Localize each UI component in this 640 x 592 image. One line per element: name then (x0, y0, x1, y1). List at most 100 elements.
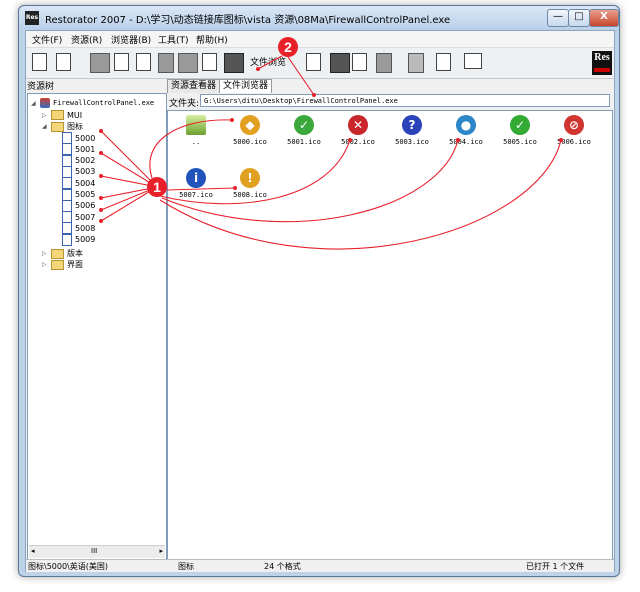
export-icon[interactable] (114, 53, 129, 71)
app-window: Res Restorator 2007 - D:\学习\动态链接库图标\vist… (18, 5, 620, 577)
up-folder-icon[interactable] (306, 53, 321, 71)
scroll-grip[interactable]: III (91, 547, 97, 555)
file-icon (62, 165, 72, 178)
refresh-icon[interactable] (330, 53, 350, 73)
app-icon: Res (25, 11, 39, 25)
forward-arrow-icon[interactable] (408, 53, 424, 73)
collapse-icon[interactable]: ◢ (42, 123, 48, 130)
tree-icon-item[interactable]: 5008 (62, 222, 95, 235)
maximize-button[interactable]: □ (568, 9, 590, 27)
tree-icon-item[interactable]: 5006 (62, 199, 96, 212)
menu-help[interactable]: 帮助(H) (196, 33, 228, 46)
menu-browser[interactable]: 浏览器(B) (111, 33, 151, 46)
file-browser-pane[interactable]: .. ◆ 5000.ico ✓ 5001.ico ✕ 5002.ico? 5003.ico ● 5… (167, 110, 613, 561)
tree-icon-item[interactable]: 5003 (62, 165, 96, 178)
path-field[interactable]: G:\Users\ditu\Desktop\FirewallControlPan… (200, 94, 610, 107)
file-icon (62, 222, 72, 235)
open-file-icon[interactable] (56, 53, 71, 71)
file-item[interactable]: ✓ 5001.ico (278, 115, 330, 146)
tab-resource-viewer[interactable]: 资源查看器 (167, 79, 221, 94)
paste-icon[interactable] (202, 53, 217, 71)
toolbar: 文件浏览 Res (26, 48, 614, 79)
file-item[interactable]: ✕ 5002.ico (332, 115, 384, 146)
expand-icon[interactable]: ▷ (42, 250, 48, 257)
close-button[interactable]: X (589, 9, 619, 27)
menu-file[interactable]: 文件(F) (32, 33, 62, 46)
folder-icon (51, 121, 64, 132)
menu-bar: 文件(F) 资源(R) 浏览器(B) 工具(T) 帮助(H) (26, 31, 614, 48)
copy-icon[interactable] (178, 53, 198, 73)
menu-tools[interactable]: 工具(T) (158, 33, 189, 46)
tree-folder-ui[interactable]: ▷ 界面 (42, 259, 83, 270)
file-item[interactable]: ! 5008.ico (224, 168, 276, 199)
file-icon (62, 233, 72, 246)
file-icon (62, 211, 72, 224)
file-item[interactable]: ✓ 5005.ico (494, 115, 546, 146)
back-arrow-icon[interactable] (376, 53, 392, 73)
status-format-count: 24 个格式 (264, 562, 301, 571)
new-folder-icon[interactable] (436, 53, 451, 71)
file-item-label: 5002.ico (341, 138, 375, 146)
tree-icon-item-label: 5006 (75, 201, 96, 211)
resource-tree-header: 资源树 (27, 82, 55, 92)
properties-icon[interactable] (352, 53, 367, 71)
file-item[interactable]: ⊘ 5006.ico (548, 115, 600, 146)
collapse-icon[interactable]: ◢ (31, 100, 37, 107)
file-item-label: 5005.ico (503, 138, 537, 146)
file-item[interactable]: .. (170, 115, 222, 146)
tree-icon-item[interactable]: 5002 (62, 154, 96, 167)
expand-icon[interactable]: ▷ (42, 112, 48, 119)
save-icon[interactable] (90, 53, 110, 73)
expand-icon[interactable]: ▷ (42, 261, 48, 268)
tree-icon-item-label: 5003 (75, 167, 96, 177)
tree-icon-item-label: 5007 (75, 212, 96, 222)
file-item[interactable]: ● 5004.ico (440, 115, 492, 146)
file-item[interactable]: i 5007.ico (170, 168, 222, 199)
tab-file-browser[interactable]: 文件浏览器 (219, 79, 273, 94)
tree-root[interactable]: ◢ FirewallControlPanel.exe (31, 98, 154, 108)
file-item-label: 5006.ico (557, 138, 591, 146)
title-bar[interactable]: Res Restorator 2007 - D:\学习\动态链接库图标\vist… (19, 6, 619, 30)
tree-icon-item[interactable]: 5009 (62, 233, 95, 246)
file-item-label: 5003.ico (395, 138, 429, 146)
tree-icon-item-label: 5002 (75, 156, 96, 166)
horizontal-scrollbar[interactable]: ◂ III ▸ (29, 545, 165, 558)
no-entry-icon: ⊘ (564, 115, 584, 135)
extract-icon[interactable] (136, 53, 151, 71)
tree-icon-item[interactable]: 5007 (62, 211, 96, 224)
menu-resource[interactable]: 资源(R) (71, 33, 102, 46)
file-item-label: .. (191, 138, 201, 146)
find-icon[interactable] (158, 53, 174, 73)
tree-folder-icons[interactable]: ◢ 图标 (42, 121, 83, 132)
compile-icon[interactable] (224, 53, 244, 73)
status-category: 图标 (178, 562, 194, 571)
file-item-label: 5000.ico (233, 138, 267, 146)
file-item-label: 5001.ico (287, 138, 321, 146)
file-icon (62, 143, 72, 156)
view-grid-icon[interactable] (464, 53, 482, 69)
file-icon (62, 177, 72, 190)
resource-tree[interactable]: ◢ FirewallControlPanel.exe ▷ MUI ◢ 图标 5000 5… (27, 93, 167, 561)
file-browser-button[interactable]: 文件浏览 (250, 55, 286, 68)
tree-icon-item[interactable]: 5001 (62, 143, 96, 156)
new-file-icon[interactable] (32, 53, 47, 71)
file-item[interactable]: ◆ 5000.ico (224, 115, 276, 146)
status-path: 图标\5000\英语(美国) (28, 562, 108, 571)
tree-icon-item-label: 5001 (75, 144, 96, 154)
scroll-right-icon[interactable]: ▸ (159, 547, 163, 555)
window-title: Restorator 2007 - D:\学习\动态链接库图标\vista 资源… (45, 15, 451, 26)
globe-icon: ● (456, 115, 476, 135)
tree-folder-version[interactable]: ▷ 版本 (42, 248, 83, 259)
file-item[interactable]: ? 5003.ico (386, 115, 438, 146)
tree-folder-mui[interactable]: ▷ MUI (42, 110, 82, 120)
question-icon: ? (402, 115, 422, 135)
tree-icon-item[interactable]: 5000 (62, 132, 95, 144)
minimize-button[interactable]: — (547, 9, 569, 27)
file-icon (62, 132, 72, 144)
folder-icon (51, 259, 64, 270)
info-icon: i (186, 168, 206, 188)
scroll-left-icon[interactable]: ◂ (31, 547, 35, 555)
tree-icon-item[interactable]: 5004 (62, 177, 96, 190)
tree-icon-item[interactable]: 5005 (62, 188, 95, 201)
tree-icon-item-label: 5004 (75, 178, 96, 188)
